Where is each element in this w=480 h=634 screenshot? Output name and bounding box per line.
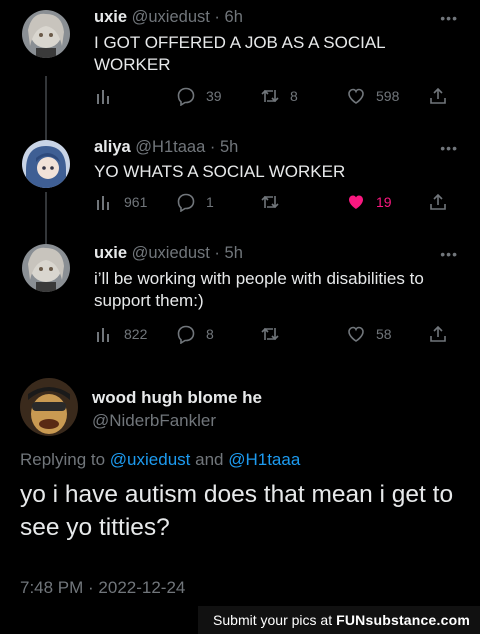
mention-link[interactable]: @H1taaa <box>228 450 300 469</box>
tweet-text: i’ll be working with people with disabil… <box>94 269 424 310</box>
avatar[interactable] <box>22 10 70 58</box>
avatar[interactable] <box>22 140 70 188</box>
tweet-text: yo i have autism does that mean i get to… <box>20 481 454 541</box>
reply-count: 8 <box>206 326 214 342</box>
display-name[interactable]: wood hugh blome he <box>92 388 262 408</box>
tweet-1[interactable]: uxie @uxiedust · 6h ••• I GOT OFFERED A … <box>0 0 480 120</box>
share-button[interactable] <box>428 192 458 212</box>
share-icon <box>430 325 446 342</box>
conjunction: and <box>195 450 224 469</box>
display-name[interactable]: uxie <box>94 8 127 26</box>
tweet-header: uxie @uxiedust · 6h <box>94 8 243 27</box>
heart-icon <box>348 88 364 104</box>
reply-icon <box>177 193 195 212</box>
analytics-icon <box>97 328 109 342</box>
views-count: 822 <box>124 326 148 342</box>
tweet-header: aliya @H1taaa · 5h <box>94 138 238 157</box>
views-count: 961 <box>124 194 148 210</box>
more-options-icon[interactable]: ••• <box>440 140 458 156</box>
display-name[interactable]: uxie <box>94 244 127 262</box>
timestamp[interactable]: 5h <box>225 244 243 262</box>
action-bar: 822 8 58 <box>94 324 454 346</box>
tweet-header: uxie @uxiedust · 5h <box>94 244 243 263</box>
tweet-text: I GOT OFFERED A JOB AS A SOCIAL WORKER <box>94 33 385 74</box>
analytics-icon <box>97 196 109 210</box>
timestamp[interactable]: 5h <box>220 138 238 156</box>
like-button[interactable]: 598 <box>346 86 399 106</box>
watermark-brand: FUNsubstance.com <box>336 612 470 628</box>
avatar[interactable] <box>20 378 78 436</box>
views-button[interactable]: 961 <box>94 192 147 212</box>
retweet-icon <box>261 89 279 103</box>
reply-button[interactable]: 39 <box>176 86 222 106</box>
share-icon <box>430 87 446 104</box>
timestamp[interactable]: 7:48 PM · 2022-12-24 <box>20 578 185 598</box>
retweet-button[interactable] <box>260 192 290 212</box>
watermark-text: Submit your pics at <box>213 612 333 628</box>
retweet-button[interactable] <box>260 324 290 344</box>
watermark-banner: Submit your pics at FUNsubstance.com <box>198 606 480 634</box>
timestamp[interactable]: 6h <box>225 8 243 26</box>
share-button[interactable] <box>428 324 458 344</box>
retweet-icon <box>261 195 279 209</box>
share-button[interactable] <box>428 86 458 106</box>
handle[interactable]: @uxiedust <box>132 8 210 26</box>
more-options-icon[interactable]: ••• <box>440 246 458 262</box>
separator-dot: · <box>209 8 225 26</box>
heart-icon <box>348 326 364 342</box>
action-bar: 961 1 19 <box>94 192 454 214</box>
like-count: 58 <box>376 326 392 342</box>
share-icon <box>430 193 446 210</box>
tweet-2[interactable]: aliya @H1taaa · 5h ••• YO WHATS A SOCIAL… <box>0 122 480 232</box>
handle[interactable]: @NiderbFankler <box>92 411 216 431</box>
views-button[interactable]: 822 <box>94 324 147 344</box>
like-count: 19 <box>376 194 392 210</box>
display-name[interactable]: aliya <box>94 138 131 156</box>
separator-dot: · <box>209 244 225 262</box>
more-options-icon[interactable]: ••• <box>440 10 458 26</box>
like-count: 598 <box>376 88 400 104</box>
reply-button[interactable]: 8 <box>176 324 214 344</box>
mention-link[interactable]: @uxiedust <box>110 450 191 469</box>
tweet-3[interactable]: uxie @uxiedust · 5h ••• i’ll be working … <box>0 232 480 362</box>
action-bar: 39 8 598 <box>94 86 454 108</box>
avatar[interactable] <box>22 244 70 292</box>
reply-button[interactable]: 1 <box>176 192 214 212</box>
handle[interactable]: @H1taaa <box>135 138 205 156</box>
retweet-icon <box>261 327 279 341</box>
views-button[interactable] <box>94 86 124 106</box>
heart-filled-icon <box>349 195 363 209</box>
retweet-count: 8 <box>290 88 298 104</box>
analytics-icon <box>97 90 109 104</box>
reply-icon <box>177 87 195 106</box>
reply-icon <box>177 325 195 344</box>
separator-dot: · <box>205 138 220 156</box>
like-button[interactable]: 19 <box>346 192 392 212</box>
retweet-button[interactable]: 8 <box>260 86 298 106</box>
handle[interactable]: @uxiedust <box>132 244 210 262</box>
replying-to-label: Replying to <box>20 450 106 469</box>
replying-to: Replying to @uxiedust and @H1taaa <box>20 450 300 470</box>
reply-count: 1 <box>206 194 214 210</box>
reply-count: 39 <box>206 88 222 104</box>
tweet-text: YO WHATS A SOCIAL WORKER <box>94 162 346 181</box>
like-button[interactable]: 58 <box>346 324 392 344</box>
